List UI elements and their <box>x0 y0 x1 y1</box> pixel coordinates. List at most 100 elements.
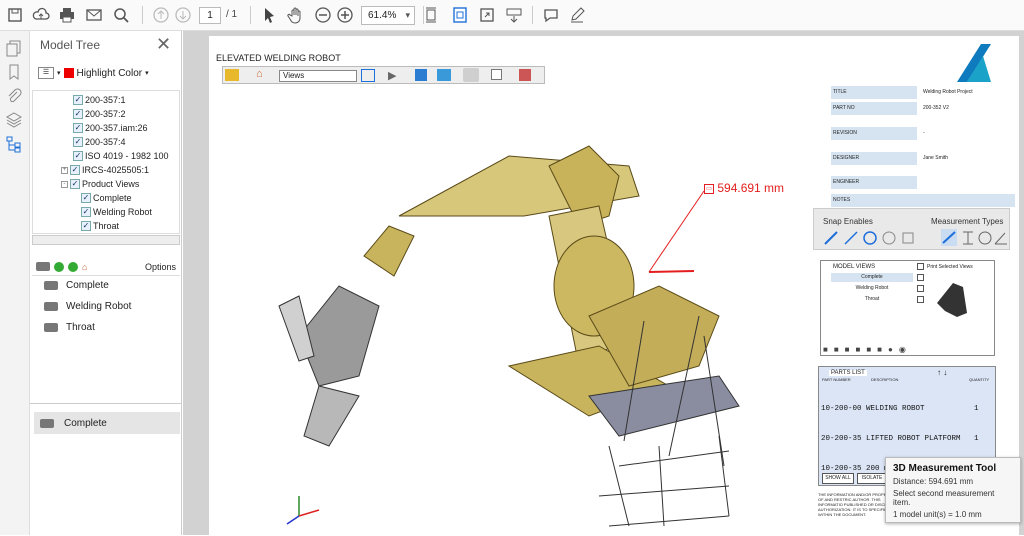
pen-icon[interactable] <box>566 4 588 26</box>
tree-item[interactable]: ✓ 200-357:4 <box>73 135 126 149</box>
isolate-button[interactable]: ISOLATE <box>857 473 887 484</box>
comment-icon[interactable] <box>540 4 562 26</box>
perpendicular-icon[interactable] <box>963 231 973 245</box>
tree-item[interactable]: - ✓ Product Views <box>61 177 139 191</box>
measurement-types-label: Measurement Types <box>931 217 1004 226</box>
point-to-point-icon[interactable] <box>941 229 957 246</box>
view-checkbox[interactable] <box>917 296 924 303</box>
tooltip-distance: Distance: 594.691 mm <box>893 477 974 486</box>
read-mode-icon[interactable] <box>503 4 525 26</box>
cloud-upload-icon[interactable] <box>30 4 52 26</box>
zoom-out-icon[interactable] <box>312 4 334 26</box>
tree-item[interactable]: ✓ 200-357.iam:26 <box>73 121 148 135</box>
list-options-icon[interactable]: ☰ <box>38 67 54 79</box>
add-view-icon[interactable] <box>54 261 64 272</box>
table-row[interactable]: 10-200-00 WELDING ROBOT 1 <box>821 404 979 414</box>
title-block-row: PART NO 200-352 V2 <box>831 102 1015 115</box>
attachment-icon[interactable] <box>5 87 25 107</box>
save-icon[interactable] <box>4 4 26 26</box>
model-view-item[interactable]: Complete <box>831 273 913 282</box>
model-view-item[interactable]: Welding Robot <box>831 284 913 293</box>
play-icon[interactable]: ▶ <box>388 69 396 82</box>
print-selected-checkbox[interactable] <box>917 263 924 270</box>
cross-section-icon[interactable] <box>519 69 531 81</box>
title-block-row: ENGINEER <box>831 176 1015 189</box>
email-icon[interactable] <box>83 4 105 26</box>
hand-tool-icon[interactable] <box>285 4 307 26</box>
title-block-row: TITLE Welding Robot Project <box>831 86 1015 99</box>
navigation-rail <box>0 31 30 535</box>
search-icon[interactable] <box>110 4 132 26</box>
render-mode-icon[interactable] <box>415 69 427 81</box>
main-toolbar: 1 / 1 61.4% <box>0 0 1024 31</box>
zoom-select[interactable]: 61.4% <box>361 6 415 25</box>
options-menu[interactable]: Options <box>145 262 176 272</box>
zoom-in-icon[interactable] <box>334 4 356 26</box>
horizontal-scrollbar[interactable] <box>32 235 180 245</box>
view-checkbox[interactable] <box>917 274 924 281</box>
selected-view-item[interactable]: Complete <box>34 412 180 434</box>
measurement-line <box>648 190 705 273</box>
highlight-color-control[interactable]: ☰ ▾ Highlight Color ▾ <box>38 65 149 81</box>
background-color-icon[interactable] <box>491 69 502 80</box>
fullscreen-icon[interactable] <box>476 4 498 26</box>
snap-edge-icon[interactable] <box>824 231 838 245</box>
tree-item[interactable]: ✓ Welding Robot <box>81 205 152 219</box>
next-page-icon[interactable] <box>172 4 194 26</box>
highlight-swatch[interactable] <box>63 68 74 78</box>
page-view-icon[interactable] <box>449 4 471 26</box>
snap-circle-icon[interactable] <box>863 231 877 245</box>
views-dropdown[interactable]: Views <box>279 70 357 82</box>
view-item[interactable]: Complete <box>44 280 109 291</box>
update-view-icon[interactable] <box>68 261 78 272</box>
snap-cylinder-icon[interactable] <box>882 231 896 245</box>
close-icon[interactable]: ✕ <box>156 34 171 55</box>
sort-arrows-icon[interactable]: ↑ ↓ <box>937 368 947 377</box>
view-item[interactable]: Throat <box>44 322 95 333</box>
tree-item[interactable]: ✓ 200-357:2 <box>73 107 126 121</box>
tree-item[interactable]: ✓ Throat <box>81 219 119 233</box>
palette-icons <box>824 229 1007 246</box>
lighting-icon[interactable] <box>437 69 451 81</box>
tree-item[interactable]: ✓ 200-357:1 <box>73 93 126 107</box>
page-number-input[interactable]: 1 <box>199 7 221 24</box>
table-row[interactable]: 20-200-35 LIFTED ROBOT PLATFORM 1 <box>821 434 979 444</box>
page-total: / 1 <box>226 9 238 20</box>
tree-view[interactable]: ✓ 200-357:1 ✓ 200-357:2 ✓ 200-357.iam:26 ✓ 2… <box>32 90 180 234</box>
layers-icon[interactable] <box>5 111 25 131</box>
measurement-palette: Snap Enables Measurement Types <box>813 208 1010 250</box>
bookmark-icon[interactable] <box>5 63 25 83</box>
tree-item[interactable]: ✓ ISO 4019 - 1982 100 <box>73 149 169 163</box>
view-item[interactable]: Welding Robot <box>44 301 131 312</box>
previous-page-icon[interactable] <box>150 4 172 26</box>
3d-model-view[interactable] <box>249 86 849 536</box>
snap-line-icon[interactable] <box>844 231 858 245</box>
select-cursor-icon[interactable] <box>258 4 280 26</box>
view-toolbar-icons[interactable]: ■■■■■■●◉ <box>821 345 996 355</box>
fit-page-icon[interactable] <box>420 4 442 26</box>
title-block-row: DESIGNER Jane Smith <box>831 152 1015 165</box>
radial-icon[interactable] <box>978 231 992 245</box>
view-checkbox[interactable] <box>917 285 924 292</box>
home-icon[interactable]: ⌂ <box>82 262 87 272</box>
tooltip-units: 1 model unit(s) = 1.0 mm <box>893 510 982 519</box>
model-tree-toggle-icon[interactable] <box>361 69 375 82</box>
model-view-item[interactable]: Throat <box>831 295 913 304</box>
camera-icon[interactable] <box>36 262 50 271</box>
tree-item[interactable]: ✓ Complete <box>81 191 132 205</box>
angle-icon[interactable] <box>994 232 1007 245</box>
snap-plane-icon[interactable] <box>902 232 914 244</box>
print-icon[interactable] <box>56 4 78 26</box>
show-all-button[interactable]: SHOW ALL <box>822 473 854 484</box>
view-thumbnail <box>929 273 977 321</box>
tooltip-hint: Select second measurement item. <box>893 489 995 507</box>
tooltip-title: 3D Measurement Tool <box>893 463 997 474</box>
model-tree-icon[interactable] <box>5 135 25 155</box>
splitter[interactable] <box>30 403 182 409</box>
camera-icon <box>44 281 58 290</box>
measure-tool-icon[interactable] <box>225 69 239 81</box>
tree-item[interactable]: + ✓ IRCS-4025505:1 <box>61 163 149 177</box>
pages-icon[interactable] <box>5 39 25 59</box>
camera-properties-icon[interactable] <box>463 68 479 82</box>
home-view-icon[interactable]: ⌂ <box>256 68 263 80</box>
